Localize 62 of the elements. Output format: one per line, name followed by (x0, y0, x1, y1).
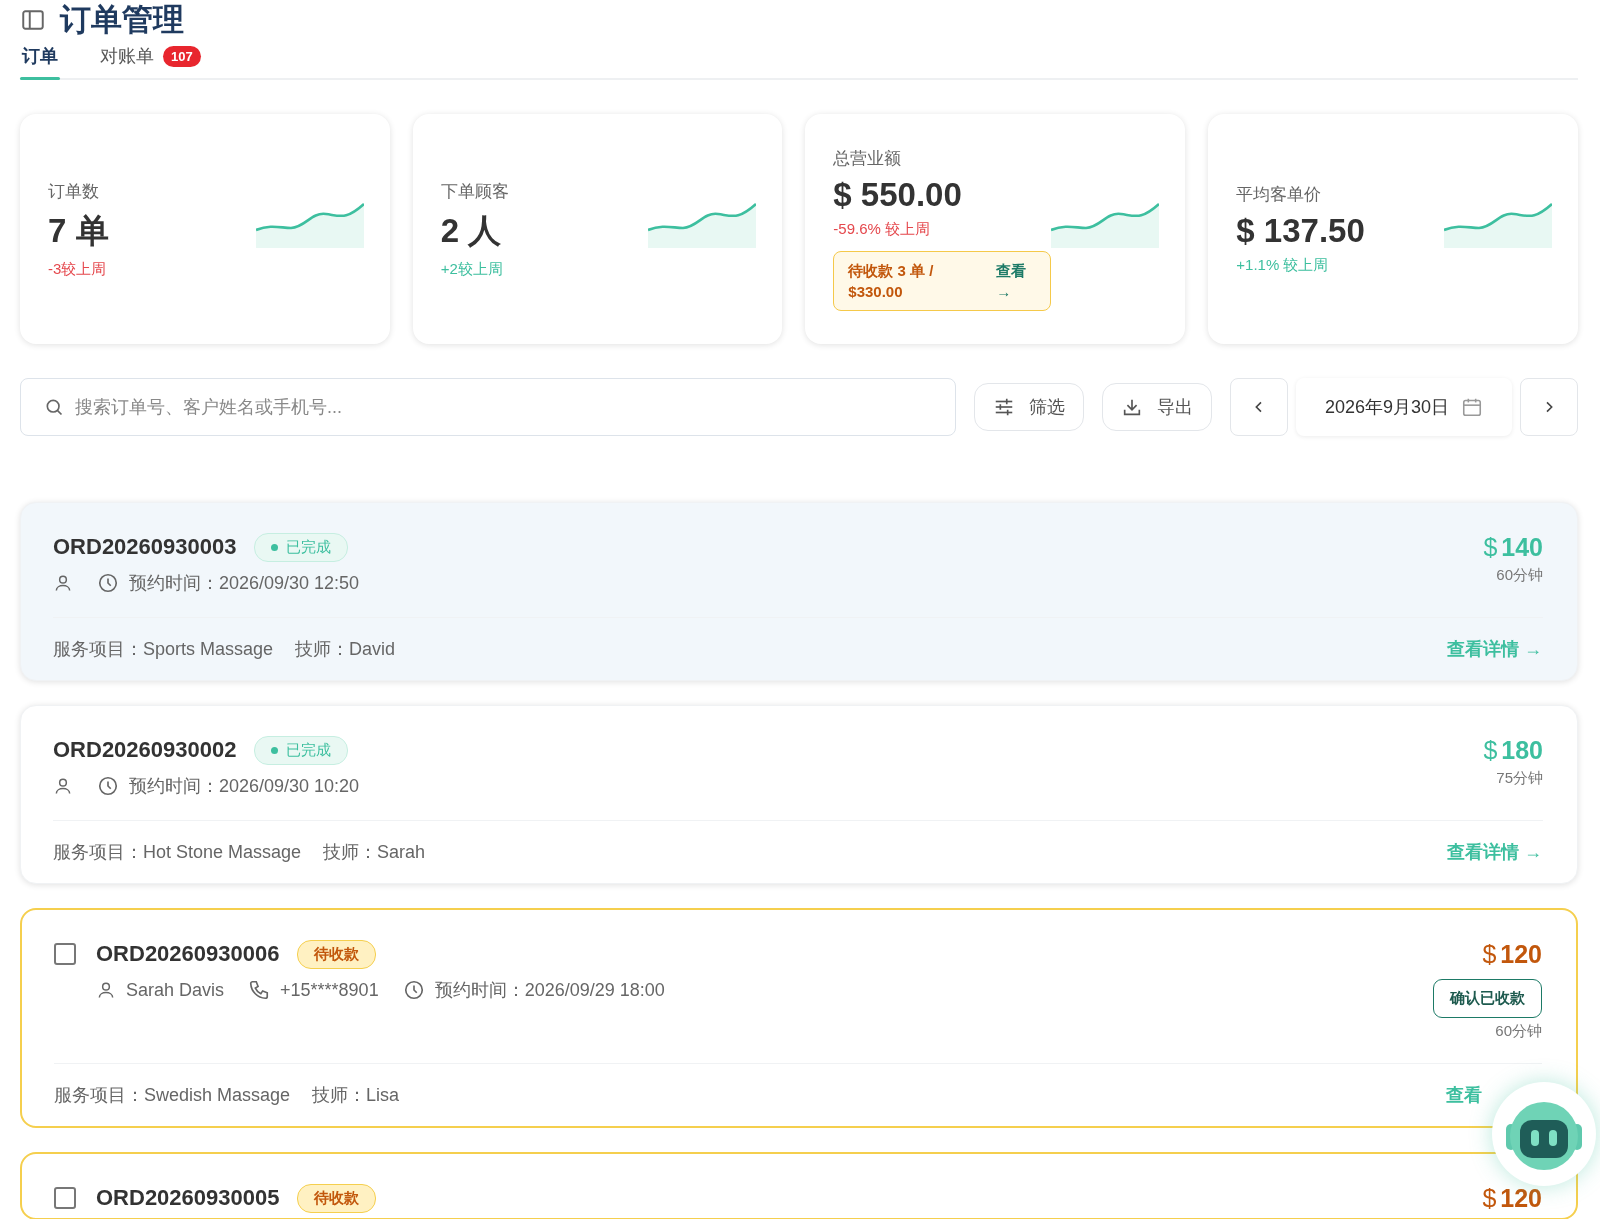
duration: 75分钟 (1496, 769, 1543, 788)
stat-value: $ 137.50 (1236, 212, 1366, 250)
technician: 技师：David (295, 638, 396, 661)
stat-label: 订单数 (48, 180, 100, 203)
order-number: ORD20260930005 (96, 1185, 280, 1211)
stat-change: +1.1% 较上周 (1236, 256, 1330, 275)
filter-button[interactable]: 筛选 (974, 383, 1084, 431)
search-field[interactable]: 搜索订单号、客户姓名或手机号... (20, 378, 956, 436)
phone-number: +15****8901 (280, 979, 379, 1001)
stat-label: 下单顾客 (440, 180, 510, 203)
page-title: 订单管理 (60, 1, 184, 39)
sidebar-toggle-icon[interactable] (20, 7, 46, 33)
status-tag: 已完成 (254, 735, 349, 765)
tab[interactable]: 对账单 107 (98, 40, 203, 78)
order-price: $ 180 (1483, 736, 1543, 765)
stat-change: -59.6% 较上周 (833, 220, 932, 239)
export-button[interactable]: 导出 (1102, 383, 1212, 431)
stat-value: $ 550.00 (833, 176, 963, 214)
stat-label: 平均客单价 (1236, 184, 1323, 206)
search-icon (44, 397, 64, 417)
count-badge: 107 (163, 45, 201, 67)
status-tag: 已完成 (254, 532, 349, 562)
clock-icon (97, 775, 119, 797)
clock-icon (97, 572, 119, 594)
confirm-payment-button[interactable]: 确认已收款 (1433, 979, 1542, 1018)
sliders-icon (993, 396, 1015, 418)
status-tag: 待收款 (297, 939, 377, 969)
order-price: $ 140 (1483, 533, 1543, 562)
order-number: ORD20260930006 (96, 941, 280, 967)
checkbox[interactable] (54, 1187, 76, 1209)
order-number: ORD20260930002 (53, 737, 237, 763)
status-tag: 待收款 (297, 1183, 377, 1213)
person-icon (53, 776, 73, 796)
order-price: $ 120 (1482, 1184, 1542, 1213)
appointment-time: 预约时间：2026/09/29 18:00 (434, 979, 665, 1002)
pending-summary: 待收款 3 单 / $330.00 (848, 261, 935, 302)
duration: 60分钟 (1496, 566, 1543, 585)
date-picker[interactable]: 2026年9月30日 (1296, 378, 1512, 436)
person-icon (96, 980, 116, 1000)
customer-name: Sarah Davis (126, 979, 225, 1001)
appointment-time: 预约时间：2026/09/30 12:50 (129, 572, 360, 595)
technician: 技师：Lisa (312, 1084, 400, 1107)
view-link[interactable]: 查看 → (996, 260, 1037, 302)
calendar-icon (1461, 396, 1484, 418)
technician: 技师：Sarah (323, 841, 426, 864)
person-icon (53, 573, 73, 593)
stat-value: 7 单 (48, 210, 110, 251)
stat-label: 总营业额 (833, 148, 903, 170)
phone-icon (248, 979, 271, 1001)
clock-icon (402, 979, 425, 1001)
checkbox[interactable] (54, 943, 76, 965)
service-item: 服务项目：Swedish Massage (54, 1084, 291, 1107)
appointment-time: 预约时间：2026/09/30 10:20 (129, 775, 360, 798)
order-price: $ 120 (1482, 940, 1542, 969)
stat-change: -3较上周 (48, 259, 108, 279)
stat-value: 2 人 (440, 210, 503, 251)
stat-change: +2较上周 (440, 259, 504, 279)
service-item: 服务项目：Sports Massage (53, 638, 274, 661)
duration: 60分钟 (1495, 1022, 1542, 1041)
tab[interactable]: 订单 (20, 40, 60, 78)
order-number: ORD20260930003 (53, 534, 237, 560)
service-item: 服务项目：Hot Stone Massage (53, 841, 302, 864)
